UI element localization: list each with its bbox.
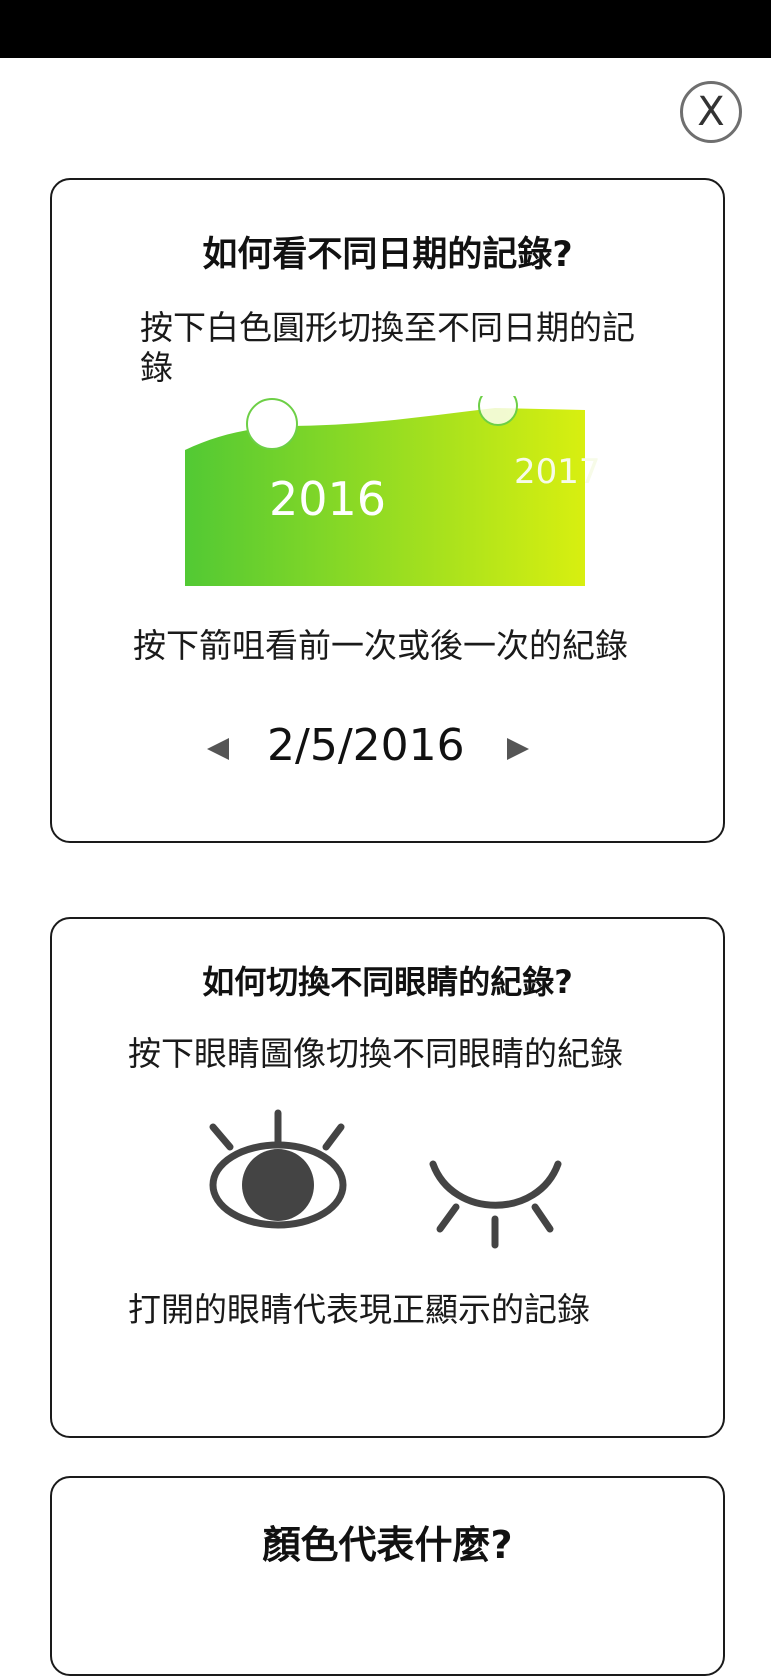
close-label: X [697,89,725,135]
date-navigator: 2/5/2016 [52,720,723,780]
card-color-meaning: 顏色代表什麼? [50,1476,725,1676]
card-eye-switch: 如何切換不同眼睛的紀錄? 按下眼睛圖像切換不同眼睛的紀錄 打開的眼睛代表現正顯示… [50,917,725,1438]
card-title: 如何切換不同眼睛的紀錄? [202,963,573,1001]
open-eye-caption: 打開的眼睛代表現正顯示的記錄 [128,1290,590,1329]
instruction-circles: 按下白色圓形切換至不同日期的記錄 [140,308,635,387]
year-circle-2017[interactable] [478,396,518,426]
year-circle-2016[interactable] [246,398,298,450]
close-button[interactable]: X [680,81,742,143]
card-date-records: 如何看不同日期的記錄? 按下白色圓形切換至不同日期的記錄 2016 2017 按… [50,178,725,843]
current-date: 2/5/2016 [267,720,465,771]
year-label-2017: 2017 [514,452,601,492]
card-title: 顏色代表什麼? [262,1523,513,1567]
next-arrow-icon[interactable] [507,738,529,760]
instruction-eye: 按下眼睛圖像切換不同眼睛的紀錄 [128,1034,623,1073]
card-title: 如何看不同日期的記錄? [202,235,573,275]
year-label-2016: 2016 [269,472,387,526]
previous-arrow-icon[interactable] [207,738,229,760]
status-bar [0,0,771,58]
closed-eye-icon[interactable] [428,1159,564,1249]
instruction-arrows: 按下箭咀看前一次或後一次的紀錄 [133,626,628,665]
open-eye-icon[interactable] [208,1109,350,1229]
